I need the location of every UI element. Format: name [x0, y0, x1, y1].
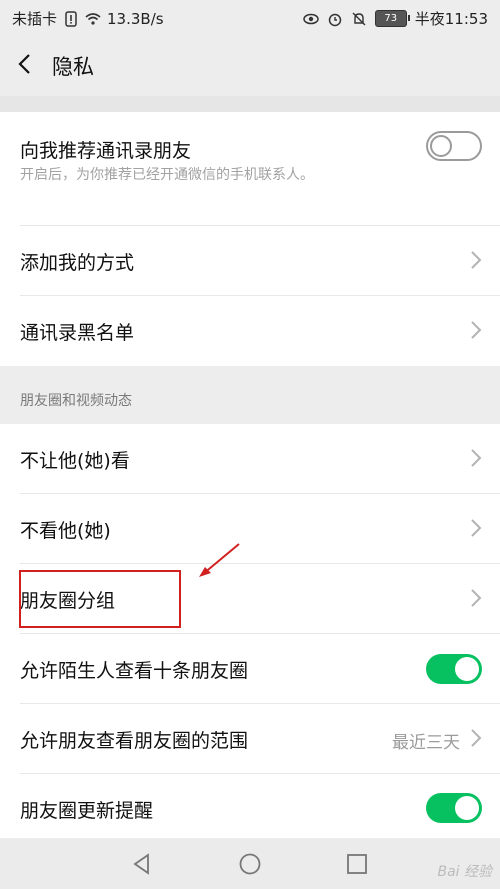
- add-me-methods-row[interactable]: 添加我的方式: [0, 226, 500, 296]
- moments-update-reminder-row[interactable]: 朋友圈更新提醒: [0, 774, 500, 838]
- top-gap: [0, 96, 500, 112]
- nav-recents-icon[interactable]: [345, 852, 369, 876]
- alarm-icon: [328, 13, 342, 26]
- page-title: 隐私: [52, 55, 94, 79]
- carrier-text: 未插卡: [12, 10, 58, 28]
- battery-indicator: 73: [374, 10, 410, 27]
- status-bar: 未插卡 13.3B/s 73 半夜11:53: [0, 0, 500, 34]
- hide-my-moments-label: 不让他(她)看: [20, 450, 130, 472]
- hide-their-moments-label: 不看他(她): [20, 520, 111, 542]
- watermark: Bai 经验: [437, 864, 492, 880]
- eye-icon: [303, 13, 319, 24]
- stranger-view-toggle[interactable]: [426, 654, 482, 684]
- back-arrow-icon[interactable]: [14, 52, 38, 76]
- stranger-view-label: 允许陌生人查看十条朋友圈: [20, 660, 249, 682]
- moments-section-header: 朋友圈和视频动态: [0, 368, 500, 422]
- toggle-knob: [455, 657, 479, 681]
- friends-view-range-label: 允许朋友查看朋友圈的范围: [20, 730, 249, 752]
- system-nav-bar: Bai 经验: [0, 838, 500, 889]
- moments-update-reminder-label: 朋友圈更新提醒: [20, 800, 154, 822]
- title-bar: 隐私: [0, 34, 500, 96]
- toggle-knob: [430, 135, 452, 157]
- friends-view-range-value: 最近三天: [392, 733, 460, 753]
- stranger-view-row[interactable]: 允许陌生人查看十条朋友圈: [0, 634, 500, 704]
- contacts-blacklist-label: 通讯录黑名单: [20, 322, 135, 344]
- recommend-contacts-toggle[interactable]: [426, 131, 482, 161]
- nav-home-icon[interactable]: [238, 852, 262, 876]
- chevron-right-icon: [471, 589, 482, 607]
- recommend-contacts-row[interactable]: 向我推荐通讯录朋友 开启后，为你推荐已经开通微信的手机联系人。: [0, 112, 500, 226]
- chevron-right-icon: [471, 321, 482, 339]
- clock: 半夜11:53: [414, 10, 488, 28]
- contacts-blacklist-row[interactable]: 通讯录黑名单: [0, 296, 500, 366]
- add-me-methods-label: 添加我的方式: [20, 252, 135, 274]
- chevron-right-icon: [471, 449, 482, 467]
- hide-their-moments-row[interactable]: 不看他(她): [0, 494, 500, 564]
- highlight-box: [19, 570, 181, 628]
- chevron-right-icon: [471, 519, 482, 537]
- net-speed: 13.3B/s: [107, 9, 164, 28]
- section-title: 朋友圈和视频动态: [20, 393, 132, 409]
- moments-update-reminder-toggle[interactable]: [426, 793, 482, 823]
- friends-view-range-row[interactable]: 允许朋友查看朋友圈的范围 最近三天: [0, 704, 500, 774]
- nav-back-icon[interactable]: [130, 852, 154, 876]
- mute-bell-icon: [352, 12, 366, 25]
- annotation-arrow-icon: [199, 543, 240, 577]
- chevron-right-icon: [471, 251, 482, 269]
- hide-my-moments-row[interactable]: 不让他(她)看: [0, 424, 500, 494]
- chevron-right-icon: [471, 729, 482, 747]
- sim-alert-icon: [65, 10, 77, 27]
- wifi-icon: [85, 12, 101, 25]
- toggle-knob: [455, 796, 479, 820]
- recommend-contacts-desc: 开启后，为你推荐已经开通微信的手机联系人。: [20, 167, 314, 183]
- recommend-contacts-label: 向我推荐通讯录朋友: [20, 140, 192, 162]
